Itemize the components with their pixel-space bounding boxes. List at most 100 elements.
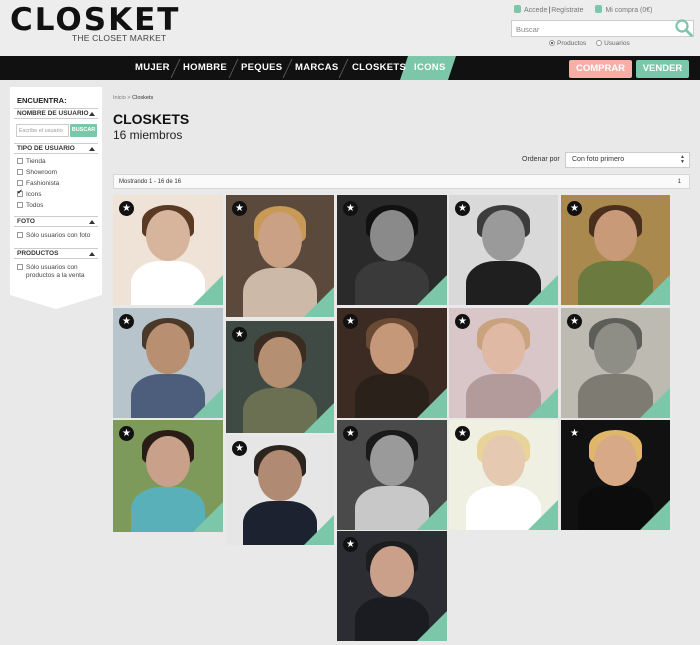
member-card-2[interactable]: ★ [226,195,334,317]
caret-up-icon [89,252,95,256]
radio-productos[interactable] [549,40,555,46]
star-icon[interactable]: ★ [232,327,247,342]
member-card-11[interactable]: ★ [113,420,223,532]
nav-item-closkets[interactable]: CLOSKETS [352,56,406,80]
section-photo[interactable]: FOTO [14,216,98,227]
login-link[interactable]: Accede [524,7,547,14]
checkbox[interactable] [17,158,23,164]
pagination-page-1[interactable]: 1 [678,179,681,185]
cart-link[interactable]: Mi compra (0€) [605,7,652,14]
checkbox[interactable] [17,169,23,175]
star-icon[interactable]: ★ [119,201,134,216]
filter-todos[interactable]: Todos [17,202,43,210]
photo-face [258,336,302,389]
photo-face [481,435,526,486]
site-tagline: THE CLOSET MARKET [72,33,167,43]
filter-showroom[interactable]: Showroom [17,169,57,177]
star-icon[interactable]: ★ [567,201,582,216]
filter-label: Fashionista [26,180,60,187]
filter-label-line: productos a la venta [26,272,85,279]
filter-with-photo[interactable]: Sólo usuarios con foto [17,232,90,240]
filter-label: Sólo usuarios con foto [26,232,91,239]
search-input[interactable]: Buscar [511,20,694,37]
checkbox[interactable] [17,232,23,238]
nav-item-peques[interactable]: PEQUES [241,56,282,80]
member-card-7[interactable]: ★ [226,321,334,433]
star-icon[interactable]: ★ [567,314,582,329]
star-icon[interactable]: ★ [455,201,470,216]
member-card-9[interactable]: ★ [449,308,558,418]
member-card-12[interactable]: ★ [226,435,334,545]
sort-select[interactable]: Con foto primero ▲ ▼ [565,152,690,168]
filter-tienda[interactable]: Tienda [17,158,46,166]
sort-arrows-icon: ▲ ▼ [680,154,685,165]
star-icon[interactable]: ★ [455,426,470,441]
buy-button[interactable]: COMPRAR [569,60,632,78]
register-link[interactable]: Regístrate [551,7,583,14]
photo-face [481,210,526,261]
member-card-13[interactable]: ★ [337,420,447,530]
sell-button[interactable]: VENDER [636,60,689,78]
user-icon [514,5,521,13]
member-card-8[interactable]: ★ [337,308,447,418]
filter-with-products[interactable]: Sólo usuarios con productos a la venta [17,264,85,280]
member-card-1[interactable]: ★ [113,195,223,305]
photo-face [370,323,414,374]
photo-body [578,261,653,305]
checkbox[interactable] [17,264,23,270]
nav-item-hombre[interactable]: HOMBRE [183,56,227,80]
star-icon[interactable]: ★ [343,426,358,441]
caret-up-icon [89,147,95,151]
section-username[interactable]: NOMBRE DE USUARIO [14,108,98,119]
username-input[interactable]: Escribe el usuario [16,124,69,137]
filter-fashionista[interactable]: Fashionista [17,180,59,188]
breadcrumb-separator: > [127,95,131,101]
site-logo[interactable]: CLOSKET [10,4,180,36]
member-card-4[interactable]: ★ [449,195,558,305]
checkbox-checked[interactable] [17,188,23,197]
photo-body [354,261,430,305]
member-card-16[interactable]: ★ [337,531,447,641]
section-user-type[interactable]: TIPO DE USUARIO [14,143,98,154]
breadcrumb-home[interactable]: Inicio [113,95,126,101]
star-icon[interactable]: ★ [343,201,358,216]
star-icon[interactable]: ★ [343,314,358,329]
nav-item-mujer[interactable]: MUJER [135,56,170,80]
checkbox[interactable] [17,180,23,186]
checkbox[interactable] [17,202,23,208]
star-icon[interactable]: ★ [232,201,247,216]
member-card-15[interactable]: ★ [561,420,670,530]
section-user-type-label: TIPO DE USUARIO [17,145,75,152]
photo-body [354,374,430,418]
star-icon[interactable]: ★ [119,314,134,329]
star-icon[interactable]: ★ [567,426,582,441]
member-card-5[interactable]: ★ [561,195,670,305]
photo-body [130,374,206,418]
filter-icons[interactable]: Icons [17,188,42,199]
member-card-3[interactable]: ★ [337,195,447,305]
caret-up-icon [89,112,95,116]
star-icon[interactable]: ★ [232,441,247,456]
search-scope: Productos Usuarios [549,40,630,47]
photo-face [481,323,526,374]
nav-item-icons[interactable]: ICONS [414,56,446,80]
star-icon[interactable]: ★ [119,426,134,441]
section-products-label: PRODUCTOS [17,250,59,257]
photo-face [146,210,190,261]
search-icon[interactable] [674,18,694,38]
photo-face [370,435,414,486]
star-icon[interactable]: ★ [455,314,470,329]
username-search-button[interactable]: BUSCAR [70,124,97,137]
photo-body [243,388,317,433]
section-username-label: NOMBRE DE USUARIO [17,110,89,117]
nav-item-marcas[interactable]: MARCAS [295,56,339,80]
member-card-14[interactable]: ★ [449,420,558,530]
member-card-6[interactable]: ★ [113,308,223,418]
star-icon[interactable]: ★ [343,537,358,552]
photo-face [370,210,414,261]
section-products[interactable]: PRODUCTOS [14,248,98,259]
radio-usuarios[interactable] [596,40,603,46]
sidebar-title: ENCUENTRA: [17,96,67,105]
filter-label: Icons [26,191,42,198]
member-card-10[interactable]: ★ [561,308,670,418]
